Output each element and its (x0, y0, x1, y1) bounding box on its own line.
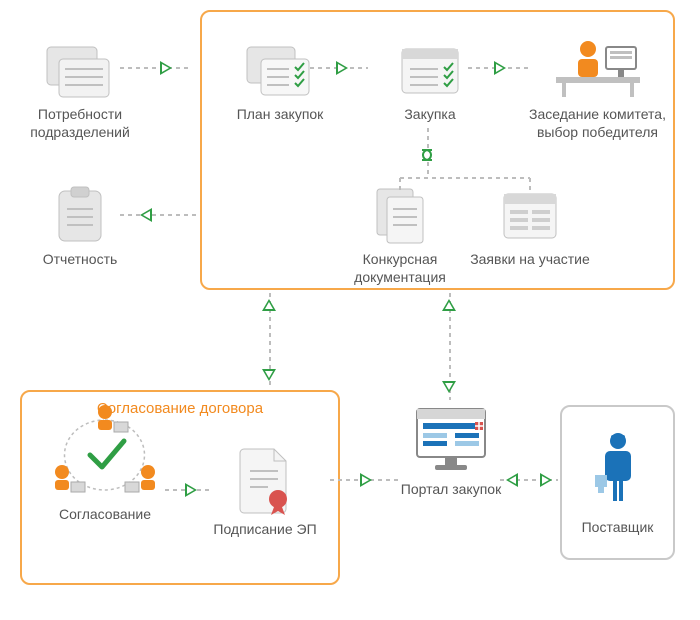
reporting-node: Отчетность (10, 175, 150, 269)
needs-label: Потребности подразделений (10, 106, 150, 141)
link-icon (415, 148, 439, 165)
supplier-box: Поставщик (560, 405, 675, 560)
purchase-node: Закупка (360, 30, 500, 124)
plan-icon (245, 45, 315, 100)
reporting-label: Отчетность (10, 251, 150, 269)
documents-icon (45, 45, 115, 100)
supplier-icon (593, 431, 643, 511)
tender-docs-label: Конкурсная документация (330, 251, 470, 286)
signed-doc-icon (238, 445, 293, 515)
report-icon (55, 185, 105, 245)
form-icon (500, 190, 560, 245)
portal-node: Портал закупок (396, 405, 506, 499)
purchase-icon (398, 45, 463, 100)
paper-stack-icon (373, 185, 428, 245)
committee-icon (548, 35, 648, 100)
signing-label: Подписание ЭП (200, 521, 330, 539)
portal-label: Портал закупок (396, 481, 506, 499)
plan-label: План закупок (210, 106, 350, 124)
approval-label: Согласование (30, 506, 180, 524)
signing-node: Подписание ЭП (200, 445, 330, 539)
committee-label: Заседание комитета, выбор победителя (520, 106, 675, 141)
approval-node: Согласование (30, 430, 180, 524)
bids-node: Заявки на участие (470, 175, 590, 269)
supplier-label: Поставщик (582, 519, 654, 535)
plan-node: План закупок (210, 30, 350, 124)
approval-cycle-icon (40, 400, 170, 500)
tender-docs-node: Конкурсная документация (330, 175, 470, 286)
committee-node: Заседание комитета, выбор победителя (520, 30, 675, 141)
purchase-label: Закупка (360, 106, 500, 124)
diagram-stage: Согласование договора Поставщик Потребно… (0, 0, 700, 620)
portal-icon (411, 405, 491, 475)
bids-label: Заявки на участие (470, 251, 590, 269)
needs-node: Потребности подразделений (10, 30, 150, 141)
